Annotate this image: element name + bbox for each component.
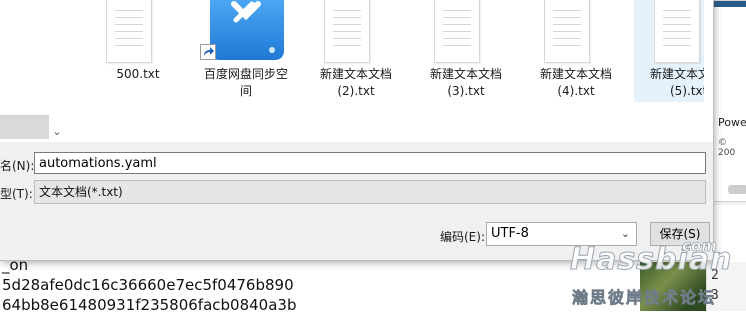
side-thumbnail (714, 1, 746, 7)
file-name: (4).txt (557, 84, 595, 98)
file-name: 新建文本文档 (319, 67, 392, 81)
baidu-sync-icon (206, 0, 288, 62)
file-item[interactable]: 新建文本文档 (2).txt (310, 0, 402, 100)
text-file-icon (654, 0, 700, 63)
side-text: Powe (718, 116, 746, 129)
filename-label: 名(N): (0, 159, 35, 173)
file-item[interactable]: 500.txt (92, 0, 184, 100)
file-item[interactable]: 百度网盘同步空 间 (200, 0, 292, 100)
file-name: 百度网盘同步空 (203, 67, 288, 81)
text-file-icon (544, 0, 590, 63)
editor-line-2: 5d28afe0dc16c36660e7ec5f0476b890 (2, 276, 294, 294)
side-copyright: © 200 (718, 138, 736, 158)
filetype-label: 型(T): (0, 187, 33, 201)
navigation-item[interactable] (0, 115, 49, 139)
file-item[interactable]: 新建文本文档 (4).txt (530, 0, 622, 100)
editor-line-3: 64bb8e61480931f235806facb0840a3b (2, 296, 297, 314)
text-file-icon (324, 0, 370, 63)
watermark-com: com (682, 237, 717, 256)
watermark-subtitle: 瀚思彼岸技术论坛 (572, 288, 717, 308)
file-item-selected[interactable]: 新建文本文 (5).txt (634, 0, 704, 102)
file-name: (5).txt (670, 84, 704, 98)
text-file-icon (434, 0, 480, 63)
encoding-label: 编码(E): (440, 230, 485, 244)
file-name: (2).txt (337, 84, 375, 98)
encoding-value: UTF-8 (491, 226, 529, 241)
file-name: 新建文本文档 (539, 67, 612, 81)
shortcut-arrow-icon (200, 44, 216, 60)
text-file-icon (106, 0, 152, 63)
navigation-pane (0, 0, 49, 115)
side-scrollbar[interactable] (728, 185, 746, 194)
filename-input[interactable]: automations.yaml (34, 152, 706, 174)
filetype-select[interactable]: 文本文档(*.txt) (34, 180, 706, 204)
file-name: (3).txt (447, 84, 485, 98)
file-item[interactable]: 新建文本文档 (3).txt (420, 0, 512, 100)
file-name: 500.txt (116, 67, 160, 81)
chevron-down-icon[interactable]: ⌄ (49, 124, 65, 140)
file-name: 新建文本文档 (429, 67, 502, 81)
save-dialog: ⌄ 500.txt 百度网盘同步空 间 新建文本文档 (2).txt 新建文本文… (0, 0, 714, 261)
file-name: 间 (239, 84, 252, 98)
side-window-content: Powe © 200 (709, 0, 746, 202)
file-name: 新建文本文 (650, 67, 704, 81)
